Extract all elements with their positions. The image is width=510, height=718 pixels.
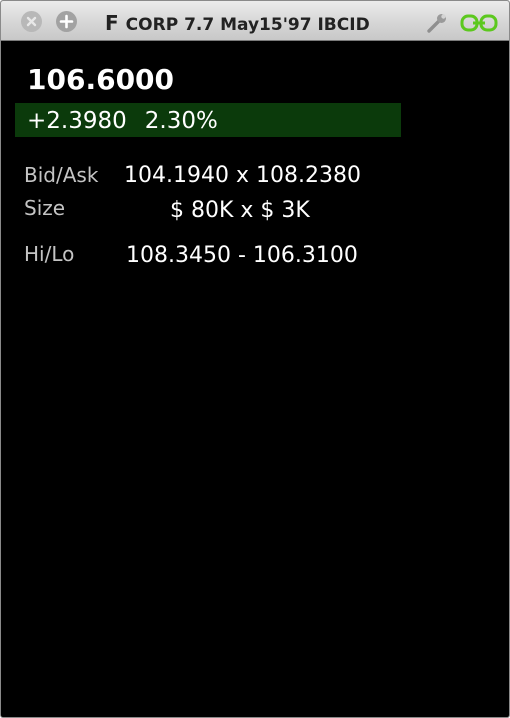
link-icon[interactable] [459,12,499,34]
title-symbol: F [105,11,119,35]
change-text: +2.3980 2.30% [27,103,218,139]
close-icon[interactable] [21,11,42,32]
net-change: +2.3980 [27,108,127,134]
wrench-icon[interactable] [425,12,449,34]
hi-lo-value: 108.3450 - 106.3100 [126,243,358,268]
bid-ask-label: Bid/Ask [24,163,99,187]
bid-ask-value: 104.1940 x 108.2380 [124,163,361,188]
plus-icon[interactable] [56,11,77,32]
quote-window: F CORP 7.7 May15'97 IBCID 106.6000 +2.398… [0,0,510,718]
change-bar: +2.3980 2.30% [15,103,401,137]
last-price: 106.6000 [27,63,175,96]
percent-change: 2.30% [144,108,218,134]
size-value: $ 80K x $ 3K [170,198,310,223]
window-title: F CORP 7.7 May15'97 IBCID [105,10,425,36]
title-bar[interactable]: F CORP 7.7 May15'97 IBCID [1,1,509,41]
size-label: Size [24,196,66,220]
hi-lo-label: Hi/Lo [24,242,75,266]
title-contract: CORP 7.7 May15'97 IBCID [125,15,370,35]
